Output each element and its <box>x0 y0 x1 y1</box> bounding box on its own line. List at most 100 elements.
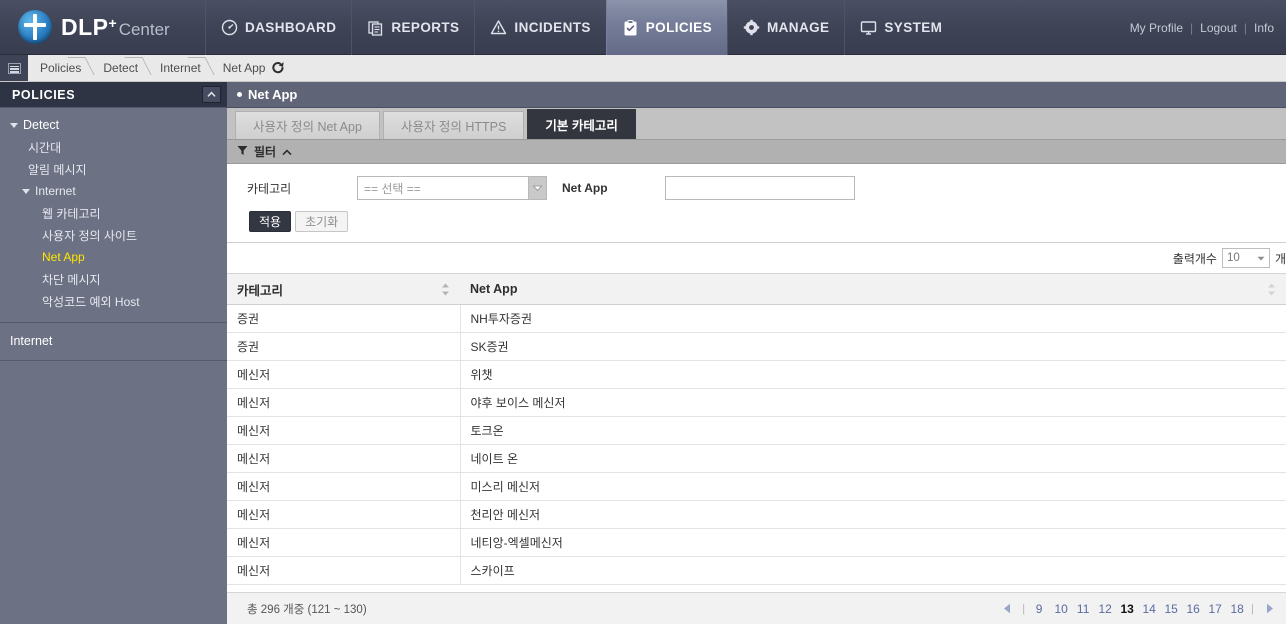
apply-button[interactable]: 적용 <box>249 211 292 232</box>
sidebar-item-custom-site[interactable]: 사용자 정의 사이트 <box>0 224 227 246</box>
nav-item-manage[interactable]: MANAGE <box>727 0 844 55</box>
sort-icon[interactable] <box>1267 283 1276 299</box>
cell-netapp: 토크온 <box>460 416 1286 445</box>
cell-category: 증권 <box>227 332 461 361</box>
table-row[interactable]: 메신저 스카이프 <box>227 556 1286 585</box>
table-row[interactable]: 메신저 야후 보이스 메신저 <box>227 388 1286 417</box>
cell-netapp: 스카이프 <box>460 556 1286 585</box>
app-header: DLP+ Center DASHBOARD REPORTS INCIDENTS <box>0 0 1286 55</box>
sidebar-item-timezone[interactable]: 시간대 <box>0 136 227 158</box>
sidebar-item-web-category[interactable]: 웹 카테고리 <box>0 202 227 224</box>
breadcrumb-item-netapp[interactable]: Net App <box>209 55 294 81</box>
nav-item-incidents[interactable]: INCIDENTS <box>474 0 605 55</box>
breadcrumb-item-detect[interactable]: Detect <box>89 55 146 81</box>
sidebar-tree-panel: Detect 시간대 알림 메시지 Internet 웹 카테고리 사용자 정의… <box>0 108 227 323</box>
logo-sub-text: Center <box>118 19 170 39</box>
column-label-netapp: Net App <box>470 282 518 296</box>
chevron-down-icon <box>10 122 18 128</box>
breadcrumb-item-internet[interactable]: Internet <box>146 55 209 81</box>
sidebar-item-netapp[interactable]: Net App <box>0 246 227 268</box>
breadcrumb-item-policies[interactable]: Policies <box>28 55 89 81</box>
refresh-icon[interactable] <box>271 61 285 75</box>
cell-category: 메신저 <box>227 388 461 417</box>
sidebar-label-block-message: 차단 메시지 <box>42 272 101 287</box>
sidebar-label-netapp: Net App <box>42 250 85 264</box>
table-row[interactable]: 증권 SK증권 <box>227 332 1286 361</box>
tab-label-default-category: 기본 카테고리 <box>545 119 618 133</box>
nav-item-dashboard[interactable]: DASHBOARD <box>205 0 351 55</box>
nav-label-system: SYSTEM <box>884 19 943 35</box>
sidebar-collapse-button[interactable] <box>202 86 221 103</box>
apply-button-label: 적용 <box>259 215 282 229</box>
page-body: POLICIES Detect 시간대 알림 메시지 Internet 웹 카테… <box>0 82 1286 624</box>
table-row[interactable]: 메신저 천리안 메신저 <box>227 500 1286 529</box>
sidebar-item-alert-message[interactable]: 알림 메시지 <box>0 158 227 180</box>
page-button-18[interactable]: 18 <box>1227 599 1247 619</box>
chevron-down-icon <box>22 188 30 194</box>
page-size-select[interactable]: 10 <box>1221 248 1270 268</box>
table-row[interactable]: 메신저 네이트 온 <box>227 444 1286 473</box>
reset-button[interactable]: 초기화 <box>295 211 349 232</box>
logout-link[interactable]: Logout <box>1200 21 1237 35</box>
pagination: | 9 10 11 12 13 14 15 16 17 18 | <box>996 599 1280 619</box>
table-row[interactable]: 증권 NH투자증권 <box>227 304 1286 333</box>
data-table-container: 카테고리 Net App 증권 NH투자증권 증권 SK증권 메신저 위챗 메신… <box>227 273 1286 592</box>
logo-text: DLP + Center <box>61 14 170 41</box>
nav-item-policies[interactable]: POLICIES <box>605 0 727 55</box>
page-button-15[interactable]: 15 <box>1161 599 1181 619</box>
sidebar-item-internet[interactable]: Internet <box>0 180 227 202</box>
netapp-search-input[interactable] <box>665 176 855 200</box>
table-body: 증권 NH투자증권 증권 SK증권 메신저 위챗 메신저 야후 보이스 메신저 <box>227 304 1286 585</box>
table-header: 카테고리 Net App <box>227 273 1286 305</box>
page-title-label: Net App <box>248 87 298 102</box>
filter-panel-header[interactable]: 필터 <box>227 140 1286 164</box>
nav-item-reports[interactable]: REPORTS <box>351 0 474 55</box>
app-logo[interactable]: DLP + Center <box>0 10 205 44</box>
tab-default-category[interactable]: 기본 카테고리 <box>527 109 636 139</box>
table-row[interactable]: 메신저 미스리 메신저 <box>227 472 1286 501</box>
tab-custom-https[interactable]: 사용자 정의 HTTPS <box>382 111 525 139</box>
record-count-label: 총 296 개중 (121 ~ 130) <box>247 603 367 616</box>
cell-category: 메신저 <box>227 416 461 445</box>
filter-buttons: 적용 초기화 <box>227 200 1286 232</box>
page-button-11[interactable]: 11 <box>1073 599 1093 619</box>
sidebar-item-detect[interactable]: Detect <box>0 114 227 136</box>
menu-toggle-button[interactable] <box>0 55 28 81</box>
bullet-icon <box>237 92 242 97</box>
sidebar-label-alert-message: 알림 메시지 <box>28 162 87 177</box>
chevron-up-icon[interactable] <box>282 145 292 159</box>
tab-label-custom-https: 사용자 정의 HTTPS <box>400 120 507 134</box>
sort-icon[interactable] <box>441 283 450 299</box>
sidebar-label-timezone: 시간대 <box>28 140 62 155</box>
sidebar-item-malware-exception-host[interactable]: 악성코드 예외 Host <box>0 290 227 312</box>
prev-page-button[interactable] <box>996 599 1018 619</box>
nav-label-policies: POLICIES <box>645 19 712 35</box>
page-button-9[interactable]: 9 <box>1029 599 1049 619</box>
logo-main-text: DLP <box>61 13 109 40</box>
reset-button-label: 초기화 <box>305 215 339 229</box>
category-select[interactable]: == 선택 == <box>357 176 547 200</box>
table-row[interactable]: 메신저 네티앙-엑셀메신저 <box>227 528 1286 557</box>
my-profile-link[interactable]: My Profile <box>1130 21 1183 35</box>
page-button-16[interactable]: 16 <box>1183 599 1203 619</box>
tab-custom-netapp[interactable]: 사용자 정의 Net App <box>235 111 380 139</box>
page-button-12[interactable]: 12 <box>1095 599 1115 619</box>
table-row[interactable]: 메신저 토크온 <box>227 416 1286 445</box>
table-row[interactable]: 메신저 위챗 <box>227 360 1286 389</box>
column-header-category[interactable]: 카테고리 <box>227 273 460 305</box>
nav-item-system[interactable]: SYSTEM <box>844 0 957 55</box>
page-button-13[interactable]: 13 <box>1117 599 1137 619</box>
cell-category: 메신저 <box>227 444 461 473</box>
column-header-netapp[interactable]: Net App <box>460 273 1286 305</box>
next-page-button[interactable] <box>1258 599 1280 619</box>
page-button-10[interactable]: 10 <box>1051 599 1071 619</box>
page-button-14[interactable]: 14 <box>1139 599 1159 619</box>
sidebar-item-block-message[interactable]: 차단 메시지 <box>0 268 227 290</box>
sidebar-label-detect: Detect <box>23 118 60 132</box>
table-footer: 총 296 개중 (121 ~ 130) | 9 10 11 12 13 14 … <box>227 592 1286 624</box>
info-link[interactable]: Info <box>1254 21 1274 35</box>
page-button-17[interactable]: 17 <box>1205 599 1225 619</box>
page-title: Net App <box>227 82 1286 108</box>
sidebar-item-internet-section[interactable]: Internet <box>0 330 227 352</box>
cell-category: 메신저 <box>227 360 461 389</box>
